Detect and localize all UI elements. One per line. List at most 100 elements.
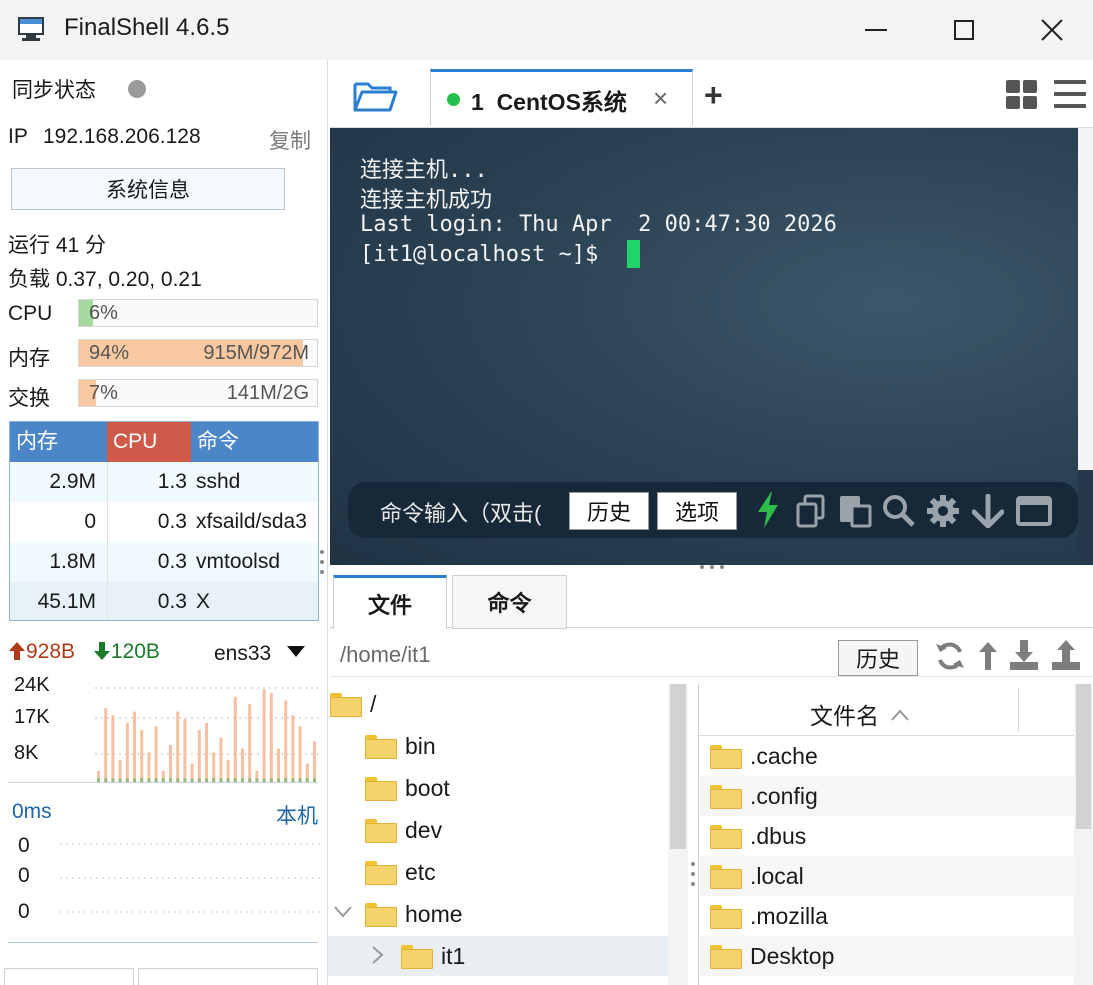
network-interface-select[interactable]: ens33 bbox=[214, 642, 306, 666]
file-row[interactable]: .mozilla bbox=[700, 896, 1074, 936]
terminal-scrollbar-track bbox=[1078, 470, 1093, 565]
paste-icon[interactable] bbox=[838, 494, 874, 528]
terminal-prompt: [it1@localhost ~]$ bbox=[360, 242, 612, 267]
tab-commands[interactable]: 命令 bbox=[452, 575, 567, 629]
net-upload-bar bbox=[284, 700, 288, 782]
chevron-down-icon[interactable] bbox=[334, 906, 352, 918]
file-row[interactable]: .local bbox=[700, 856, 1074, 896]
swap-detail: 141M/2G bbox=[226, 382, 309, 404]
folder-open-icon bbox=[353, 82, 398, 112]
copy-ip-link[interactable]: 复制 bbox=[269, 125, 311, 155]
proc-cpu: 1.3 bbox=[107, 462, 187, 502]
tree-item-label: etc bbox=[405, 858, 436, 885]
file-name: .cache bbox=[750, 742, 818, 769]
file-row[interactable]: .dbus bbox=[700, 816, 1074, 856]
left-bottom-tab[interactable] bbox=[4, 968, 134, 985]
add-tab-button[interactable]: + bbox=[704, 77, 723, 114]
minimize-button[interactable] bbox=[832, 0, 920, 60]
file-name: .dbus bbox=[750, 822, 807, 849]
column-divider[interactable] bbox=[1018, 688, 1019, 732]
tree-scrollbar[interactable] bbox=[668, 684, 688, 985]
file-row[interactable]: .cache bbox=[700, 736, 1074, 776]
tree-item-home[interactable]: home bbox=[365, 894, 463, 934]
tree-item-bin[interactable]: bin bbox=[365, 726, 436, 766]
window-title: FinalShell 4.6.5 bbox=[64, 14, 230, 41]
arrow-down-icon[interactable] bbox=[972, 494, 1004, 528]
tab-session-centos[interactable]: 1 CentOS系统 × bbox=[430, 69, 693, 125]
proc-header-memory[interactable]: 内存 bbox=[10, 422, 107, 462]
net-upload-bar bbox=[147, 752, 151, 782]
proc-header-cpu[interactable]: CPU bbox=[107, 422, 191, 462]
download-icon[interactable] bbox=[1008, 638, 1040, 672]
terminal-scrollbar[interactable] bbox=[1078, 128, 1093, 470]
folder-icon bbox=[365, 819, 397, 843]
close-window-button[interactable] bbox=[1008, 0, 1093, 60]
path-history-button[interactable]: 历史 bbox=[838, 640, 918, 676]
file-name: Desktop bbox=[750, 942, 835, 969]
file-row[interactable]: .config bbox=[700, 776, 1074, 816]
table-row[interactable]: 45.1M 0.3 X bbox=[10, 582, 318, 620]
tab-files[interactable]: 文件 bbox=[333, 575, 447, 629]
left-bottom-tab[interactable] bbox=[138, 968, 318, 985]
column-header-filename[interactable]: 文件名 bbox=[810, 697, 910, 731]
swap-label: 交换 bbox=[8, 387, 50, 410]
connected-status-icon bbox=[447, 93, 460, 106]
tree-item-dev[interactable]: dev bbox=[365, 810, 442, 850]
vertical-splitter-handle[interactable] bbox=[698, 563, 728, 571]
net-upload-bar bbox=[233, 696, 237, 782]
tree-item-root[interactable]: / bbox=[330, 684, 376, 724]
folder-icon bbox=[365, 777, 397, 801]
gear-icon[interactable] bbox=[926, 494, 960, 528]
go-up-icon[interactable] bbox=[976, 640, 1000, 672]
folder-icon bbox=[710, 945, 742, 969]
swap-usage-bar: 7% 141M/2G bbox=[78, 379, 318, 407]
folder-icon bbox=[710, 785, 742, 809]
file-list-scrollbar[interactable] bbox=[1074, 684, 1093, 985]
menu-button[interactable] bbox=[1054, 80, 1086, 110]
panel-splitter-handle[interactable] bbox=[319, 548, 325, 578]
upload-icon[interactable] bbox=[1050, 638, 1082, 672]
tree-item-boot[interactable]: boot bbox=[365, 768, 450, 808]
command-options-button[interactable]: 选项 bbox=[657, 492, 737, 530]
search-icon[interactable] bbox=[882, 494, 916, 528]
window-icon[interactable] bbox=[1016, 496, 1052, 526]
close-icon bbox=[1041, 19, 1063, 41]
net-upload-bar bbox=[140, 730, 144, 782]
chevron-right-icon[interactable] bbox=[372, 946, 384, 964]
ping-target[interactable]: 本机 bbox=[276, 800, 318, 830]
proc-header-command[interactable]: 命令 bbox=[191, 422, 318, 462]
lightning-icon[interactable] bbox=[756, 492, 780, 528]
table-row[interactable]: 0 0.3 xfsaild/sda3 bbox=[10, 502, 318, 542]
proc-mem: 1.8M bbox=[49, 550, 96, 573]
command-input[interactable]: 命令输入（双击( bbox=[380, 496, 566, 528]
uptime-text: 运行 41 分 bbox=[8, 234, 107, 257]
copy-icon[interactable] bbox=[795, 494, 829, 528]
maximize-button[interactable] bbox=[920, 0, 1008, 60]
ping-latency: 0ms bbox=[12, 800, 52, 823]
table-row[interactable]: 1.8M 0.3 vmtoolsd bbox=[10, 542, 318, 582]
divider bbox=[8, 782, 318, 783]
upload-speed: 928B bbox=[26, 640, 76, 663]
path-input[interactable]: /home/it1 bbox=[340, 642, 431, 668]
maximize-icon bbox=[954, 20, 974, 40]
minimize-icon bbox=[865, 29, 887, 31]
memory-detail: 915M/972M bbox=[203, 342, 309, 364]
column-header-label: 文件名 bbox=[810, 703, 879, 729]
download-speed: 120B bbox=[110, 640, 160, 663]
proc-mem: 2.9M bbox=[49, 470, 96, 493]
net-upload-bar bbox=[313, 741, 316, 782]
net-ytick-24k: 24K bbox=[14, 674, 50, 696]
file-row[interactable]: Desktop bbox=[700, 936, 1074, 976]
command-history-button[interactable]: 历史 bbox=[569, 492, 649, 530]
refresh-icon[interactable] bbox=[934, 640, 966, 672]
file-panel-splitter-handle[interactable] bbox=[690, 860, 696, 890]
close-tab-button[interactable]: × bbox=[653, 83, 668, 114]
net-upload-bar bbox=[111, 715, 115, 782]
open-folder-button[interactable] bbox=[352, 78, 398, 114]
system-info-button[interactable]: 系统信息 bbox=[11, 168, 285, 210]
tree-item-it1[interactable]: it1 bbox=[401, 936, 465, 976]
table-row[interactable]: 2.9M 1.3 sshd bbox=[10, 462, 318, 502]
grid-icon bbox=[1006, 80, 1037, 109]
grid-view-button[interactable] bbox=[1006, 80, 1038, 110]
tree-item-etc[interactable]: etc bbox=[365, 852, 436, 892]
